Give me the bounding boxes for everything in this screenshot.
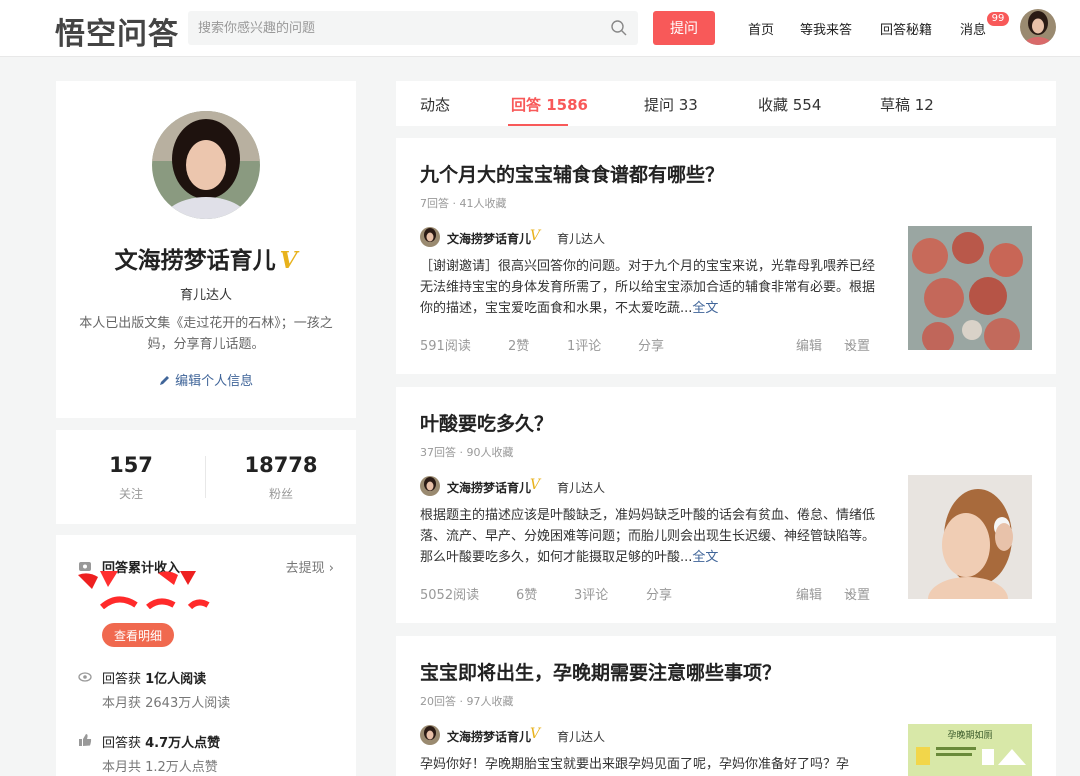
chevron-down-icon: ⌄ [844,584,855,599]
edit-button[interactable]: 编辑 [796,335,822,354]
author-name[interactable]: 文海捞梦话育儿 [447,728,531,745]
thumbnail-caption: 孕晚期如厕 [947,731,993,741]
read-count: 5052阅读 [420,588,480,603]
pencil-icon [159,376,169,385]
answer-excerpt[interactable]: ［谢谢邀请］很高兴回答你的问题。对于九个月的宝宝来说，光靠母乳喂养已经无法维持宝… [420,256,886,319]
author-name[interactable]: 文海捞梦话育儿 [447,230,531,247]
profile-tabs: 动态 回答 1586 提问 33 收藏 554 草稿 12 [396,81,1056,126]
likes-achievement: 回答获 4.7万人点赞 [102,736,221,751]
stat-followers[interactable]: 18778 粉丝 [206,453,356,502]
author-tag: 育儿达人 [557,232,606,246]
question-title[interactable]: 九个月大的宝宝辅食食谱都有哪些？ [420,160,724,187]
edit-profile-link[interactable]: 编辑个人信息 [56,370,356,389]
search-box[interactable] [188,11,638,45]
withdraw-link[interactable]: 去提现 › [286,557,334,576]
answer-card: 叶酸要吃多久？ 37回答 · 90人收藏 文海捞梦话育儿 V 育儿达人 根据题主… [396,387,1056,623]
logo[interactable]: 悟空问答 [55,9,179,53]
like-button[interactable]: 2赞 [508,335,529,354]
ask-button[interactable]: 提问 [653,11,715,45]
profile-bio: 本人已出版文集《走过花开的石林》；一孩之妈，分享育儿话题。 [79,316,333,352]
profile-name: 文海捞梦话育儿 V [114,247,298,274]
active-tab-indicator [508,124,568,126]
answer-thumbnail[interactable] [908,475,1032,599]
user-avatar[interactable] [1020,9,1056,45]
share-button[interactable]: 分享 [646,584,672,603]
question-title[interactable]: 宝宝即将出生，孕晚期需要注意哪些事项？ [420,658,781,685]
answer-thumbnail[interactable] [908,226,1032,350]
author-avatar[interactable] [420,725,440,745]
author-name[interactable]: 文海捞梦话育儿 [447,479,531,496]
answer-excerpt[interactable]: 孕妈你好！孕晚期胎宝宝就要出来跟孕妈见面了呢，孕妈你准备好了吗？孕 [420,754,886,776]
top-bar: 悟空问答 提问 首页 等我来答 回答秘籍 消息 99 [0,0,1080,57]
chevron-down-icon: ⌄ [844,335,855,350]
tab-drafts[interactable]: 草稿 12 [880,94,934,115]
nav-home[interactable]: 首页 [748,19,774,38]
tab-activity[interactable]: 动态 [420,94,450,115]
like-button[interactable]: 6赞 [516,584,537,603]
profile-tag: 育儿达人 [179,288,232,303]
answer-card: 九个月大的宝宝辅食食谱都有哪些？ 7回答 · 41人收藏 文海捞梦话育儿 V 育… [396,138,1056,374]
read-more-link[interactable]: 全文 [692,301,718,316]
tab-questions[interactable]: 提问 33 [644,94,698,115]
likes-this-month: 本月共 1.2万人点赞 [102,760,218,775]
author-tag: 育儿达人 [557,730,606,744]
nav-messages[interactable]: 消息 [960,19,986,38]
question-meta: 7回答 · 41人收藏 [420,197,507,210]
profile-card: 文海捞梦话育儿 V 育儿达人 本人已出版文集《走过花开的石林》；一孩之妈，分享育儿… [56,81,356,418]
comment-button[interactable]: 1评论 [567,335,601,354]
author-tag: 育儿达人 [557,481,606,495]
tab-favorites[interactable]: 收藏 554 [758,94,821,115]
reads-this-month: 本月获 2643万人阅读 [102,696,231,711]
answer-card: 宝宝即将出生，孕晚期需要注意哪些事项？ 20回答 · 97人收藏 文海捞梦话育儿… [396,636,1056,776]
redacted-amount [78,571,210,609]
verified-icon: V [530,726,541,742]
share-button[interactable]: 分享 [638,335,664,354]
chevron-right-icon: › [328,561,334,576]
question-title[interactable]: 叶酸要吃多久？ [420,409,553,436]
profile-avatar[interactable] [152,111,260,219]
stat-following[interactable]: 157 关注 [56,453,206,502]
author-avatar[interactable] [420,227,440,247]
question-meta: 37回答 · 90人收藏 [420,446,514,459]
author-avatar[interactable] [420,476,440,496]
read-count: 591阅读 [420,339,471,354]
verified-icon: V [279,247,298,274]
search-icon[interactable] [610,19,628,37]
reads-achievement: 回答获 1亿人阅读 [102,672,207,687]
stats-card: 157 关注 18778 粉丝 [56,430,356,524]
nav-answer-tips[interactable]: 回答秘籍 [880,19,932,38]
question-meta: 20回答 · 97人收藏 [420,695,514,708]
verified-icon: V [530,228,541,244]
answer-excerpt[interactable]: 根据题主的描述应该是叶酸缺乏，准妈妈缺乏叶酸的话会有贫血、倦怠、情绪低落、流产、… [420,505,886,568]
answer-thumbnail[interactable]: 孕晚期如厕 [908,724,1032,776]
view-detail-button[interactable]: 查看明细 [102,623,174,647]
eye-icon [78,672,92,682]
read-more-link[interactable]: 全文 [692,550,718,565]
comment-button[interactable]: 3评论 [574,584,608,603]
nav-wait-answer[interactable]: 等我来答 [800,19,852,38]
thumbs-up-icon [79,734,92,746]
message-badge: 99 [987,12,1009,26]
income-card: 回答累计收入 去提现 › 查看明细 回答获 1亿人阅读 本月获 2643万人阅读… [56,535,356,776]
verified-icon: V [530,477,541,493]
search-input[interactable] [188,11,588,45]
tab-answers[interactable]: 回答 1586 [511,94,588,115]
edit-button[interactable]: 编辑 [796,584,822,603]
